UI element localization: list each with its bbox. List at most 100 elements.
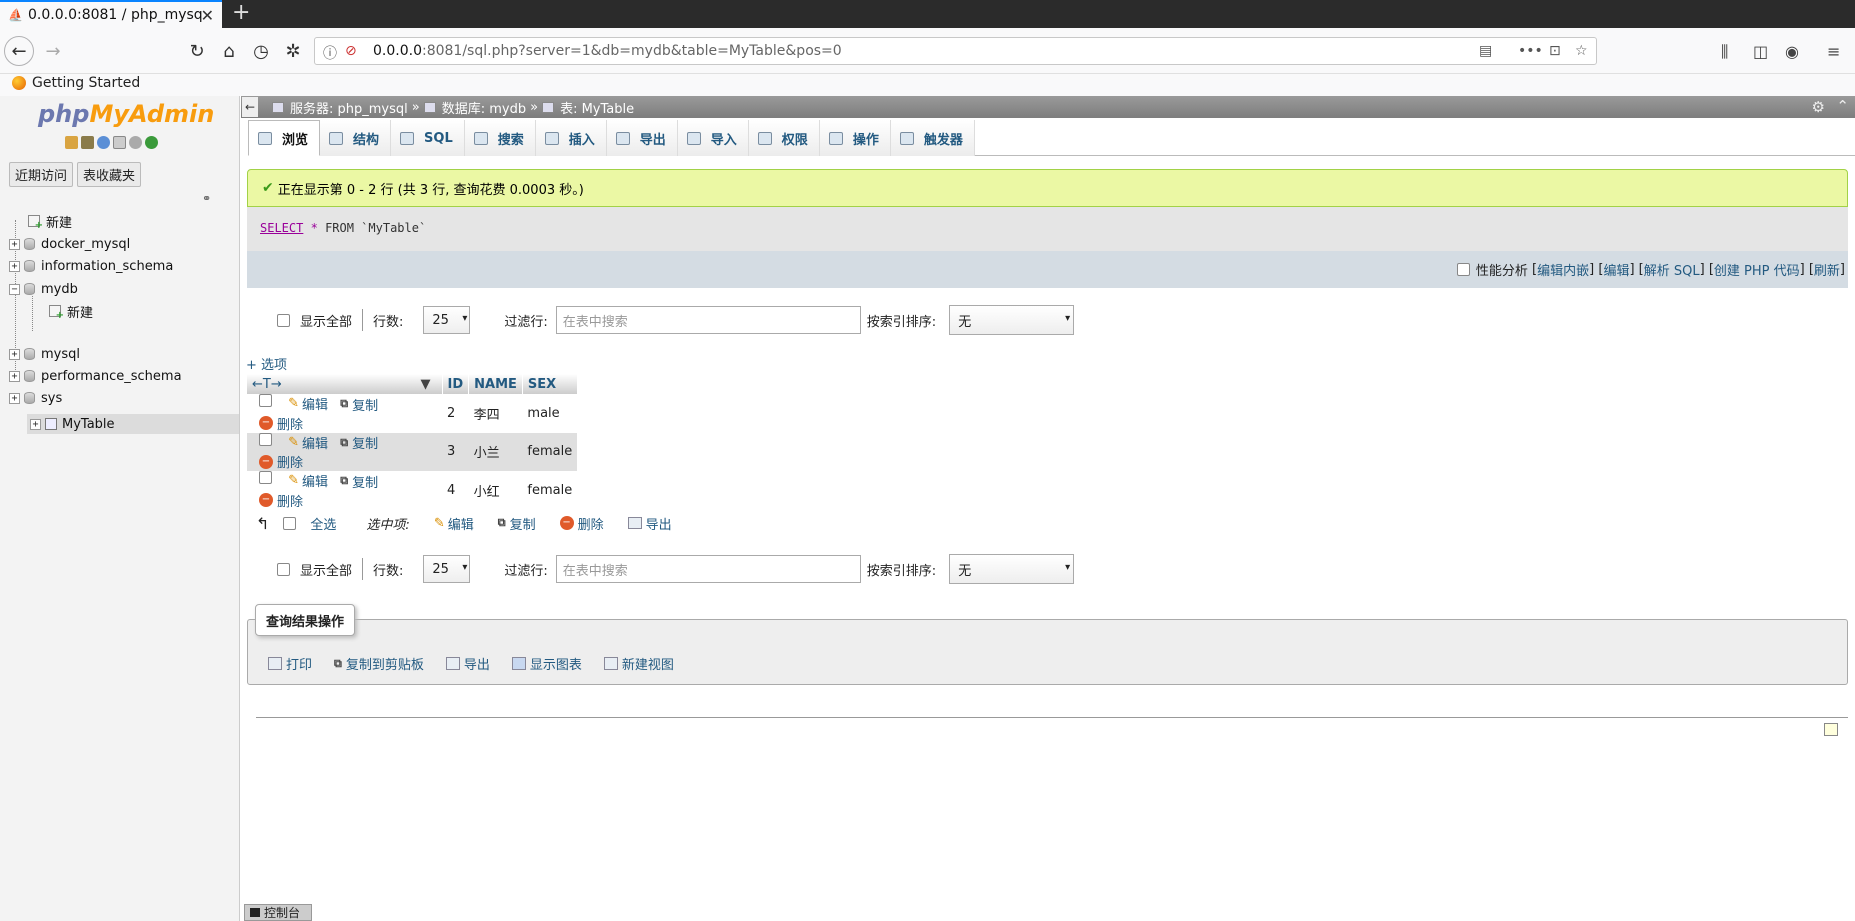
- home-icon[interactable]: [65, 136, 78, 149]
- nav-settings-icon[interactable]: [129, 136, 142, 149]
- bookmark-star-icon[interactable]: ☆: [1575, 43, 1588, 59]
- phpmyadmin-logo[interactable]: phpMyAdmin: [38, 100, 214, 128]
- column-arrows[interactable]: ←T→ ▼: [247, 374, 443, 394]
- tree-mydb-new-table[interactable]: 新建: [49, 301, 93, 321]
- home-button[interactable]: ⌂: [214, 36, 244, 66]
- cell-sex[interactable]: female: [522, 471, 577, 510]
- create-view-button[interactable]: 新建视图: [603, 654, 674, 673]
- create-php-link[interactable]: 创建 PHP 代码: [1714, 260, 1800, 279]
- filter-rows-input[interactable]: 在表中搜索: [555, 306, 861, 334]
- refresh-link[interactable]: 刷新: [1814, 260, 1840, 279]
- logout-icon[interactable]: [81, 136, 94, 149]
- info-icon[interactable]: ⓘ: [323, 43, 337, 63]
- row-copy-link[interactable]: ⧉ 复制: [340, 433, 378, 453]
- cell-sex[interactable]: female: [522, 432, 578, 471]
- tree-table-mytable[interactable]: + MyTable: [30, 414, 115, 434]
- page-actions-icon[interactable]: •••: [1518, 43, 1543, 59]
- cell-name[interactable]: 小红: [469, 471, 523, 510]
- breadcrumb-server[interactable]: 服务器: php_mysql: [290, 98, 408, 117]
- tab-insert[interactable]: 插入: [535, 120, 607, 156]
- print-button[interactable]: 打印: [268, 654, 312, 673]
- browser-tab[interactable]: ⛵ 0.0.0.0:8081 / php_mysq ✕: [0, 0, 222, 28]
- breadcrumb-database[interactable]: 数据库: mydb: [442, 98, 526, 117]
- expand-icon[interactable]: +: [9, 238, 20, 250]
- new-tab-button[interactable]: +: [232, 2, 250, 24]
- url-bar[interactable]: ⓘ ⊘ 0.0.0.0 :8081/sql.php?server=1&db=my…: [314, 37, 1597, 65]
- collapse-top-icon[interactable]: ⌃: [1836, 97, 1849, 115]
- expand-icon[interactable]: +: [9, 370, 20, 382]
- cell-id[interactable]: 2: [442, 394, 469, 433]
- cell-id[interactable]: 4: [442, 471, 469, 510]
- show-all-checkbox[interactable]: [277, 313, 290, 327]
- tab-structure[interactable]: 结构: [320, 120, 392, 156]
- bookmark-note-icon[interactable]: [1824, 723, 1838, 736]
- cell-name[interactable]: 小兰: [468, 432, 523, 471]
- show-all-checkbox[interactable]: [277, 562, 290, 576]
- row-checkbox[interactable]: [259, 394, 272, 407]
- options-link[interactable]: + 选项: [246, 354, 287, 373]
- tree-db-mysql[interactable]: + mysql: [9, 344, 80, 364]
- recent-tab[interactable]: 近期访问: [9, 162, 74, 187]
- console-tab[interactable]: 控制台: [244, 904, 312, 921]
- pocket-icon[interactable]: ⊡: [1549, 43, 1561, 59]
- row-edit-link[interactable]: ✎ 编辑: [288, 394, 328, 413]
- bulk-edit-button[interactable]: ✎ 编辑: [434, 514, 474, 533]
- filter-rows-input[interactable]: 在表中搜索: [555, 555, 861, 583]
- cell-name[interactable]: 李四: [469, 394, 523, 433]
- menu-icon[interactable]: ≡: [1827, 42, 1840, 61]
- check-all-checkbox[interactable]: [283, 516, 297, 530]
- library-icon[interactable]: ⫼: [1721, 42, 1728, 62]
- row-delete-link[interactable]: − 删除: [259, 452, 303, 471]
- tree-new-database[interactable]: 新建: [28, 211, 72, 231]
- rows-select[interactable]: 25: [423, 555, 471, 583]
- reload-button[interactable]: ↻: [182, 36, 212, 66]
- tab-search[interactable]: 搜索: [464, 120, 536, 156]
- row-edit-link[interactable]: ✎ 编辑: [288, 433, 328, 452]
- tab-triggers[interactable]: 触发器: [890, 120, 975, 156]
- edit-inline-link[interactable]: 编辑内嵌: [1537, 260, 1589, 279]
- docs-icon[interactable]: [113, 136, 126, 149]
- expand-icon[interactable]: +: [9, 348, 20, 360]
- sidebar-toggle-icon[interactable]: ◫: [1753, 42, 1768, 61]
- tree-db-sys[interactable]: + sys: [9, 388, 62, 408]
- row-delete-link[interactable]: − 删除: [259, 414, 303, 433]
- display-chart-button[interactable]: 显示图表: [511, 654, 582, 673]
- column-menu-icon[interactable]: ▼: [421, 377, 431, 392]
- row-edit-link[interactable]: ✎ 编辑: [288, 471, 328, 490]
- close-tab-icon[interactable]: ✕: [201, 6, 214, 25]
- collapse-icon[interactable]: −: [9, 283, 20, 295]
- tab-import[interactable]: 导入: [677, 120, 749, 156]
- reload-nav-icon[interactable]: [145, 136, 158, 149]
- column-header-sex[interactable]: SEX: [522, 374, 578, 394]
- sql-select-link[interactable]: SELECT: [260, 221, 303, 235]
- row-copy-link[interactable]: ⧉ 复制: [340, 395, 378, 414]
- sort-by-key-select[interactable]: 无: [949, 305, 1075, 335]
- tab-privileges[interactable]: 权限: [748, 120, 820, 156]
- row-checkbox[interactable]: [259, 471, 272, 484]
- tab-sql[interactable]: SQL: [391, 120, 465, 156]
- expand-icon[interactable]: +: [9, 392, 20, 404]
- tab-operations[interactable]: 操作: [819, 120, 891, 156]
- check-all-link[interactable]: 全选: [310, 514, 336, 533]
- tree-db-performance-schema[interactable]: + performance_schema: [9, 366, 182, 386]
- explain-sql-link[interactable]: 解析 SQL: [1644, 260, 1700, 279]
- bulk-delete-button[interactable]: − 删除: [559, 514, 604, 533]
- collapse-nav-icon[interactable]: ←: [242, 97, 258, 117]
- page-settings-icon[interactable]: ⚙: [1812, 98, 1825, 116]
- sort-by-key-select[interactable]: 无: [949, 554, 1075, 584]
- expand-icon[interactable]: +: [30, 418, 41, 430]
- row-delete-link[interactable]: − 删除: [259, 491, 303, 510]
- breadcrumb-table[interactable]: 表: MyTable: [560, 98, 634, 117]
- profiling-checkbox[interactable]: [1456, 263, 1470, 276]
- tab-browse[interactable]: 浏览: [248, 120, 321, 156]
- forward-button[interactable]: →: [38, 36, 68, 66]
- tree-db-mydb[interactable]: − mydb: [9, 279, 78, 299]
- insecure-lock-icon[interactable]: ⊘: [345, 43, 357, 59]
- account-icon[interactable]: ◉: [1785, 42, 1799, 61]
- history-icon[interactable]: ◷: [246, 36, 276, 66]
- reader-view-icon[interactable]: ▤: [1479, 43, 1492, 59]
- copy-clipboard-button[interactable]: ⧉ 复制到剪贴板: [334, 654, 424, 674]
- back-button[interactable]: ←: [4, 36, 34, 66]
- column-header-name[interactable]: NAME: [468, 374, 523, 394]
- favorites-tab[interactable]: 表收藏夹: [77, 162, 142, 187]
